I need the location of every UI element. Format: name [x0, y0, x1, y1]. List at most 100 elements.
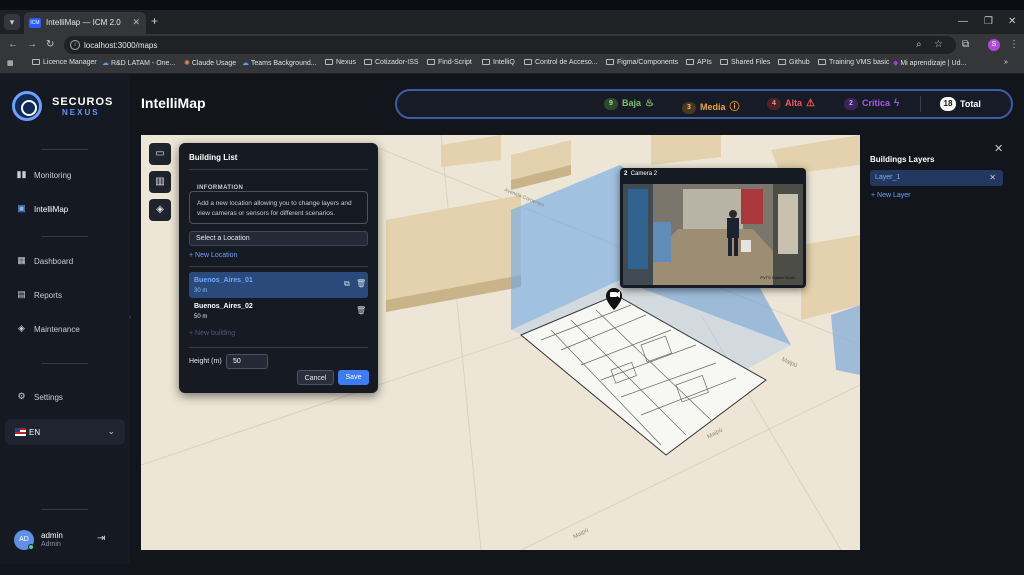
app-root: SECUROS NEXUS ▮▮ Monitoring ▣ IntelliMap…: [0, 74, 1024, 575]
cancel-button[interactable]: Cancel: [297, 370, 334, 385]
alert-count: 2: [844, 98, 858, 110]
exclamation-circle-icon: ⓘ: [729, 102, 740, 113]
bookmark-item[interactable]: ✺ Claude Usage: [184, 59, 236, 67]
flame-icon: ♨: [645, 98, 654, 109]
location-select[interactable]: Select a Location: [189, 231, 368, 246]
layer-item[interactable]: Layer_1 ✕: [870, 170, 1003, 186]
bookmark-item[interactable]: Github: [778, 59, 810, 66]
language-select[interactable]: EN ⌄: [5, 419, 125, 445]
bookmark-item[interactable]: Licence Manager: [32, 59, 97, 66]
site-info-icon[interactable]: i: [70, 40, 80, 50]
bookmark-item[interactable]: Training VMS basic: [818, 59, 889, 66]
folder-icon: [482, 59, 490, 65]
tab-search-button[interactable]: ▾: [4, 14, 20, 30]
logo-text: SECUROS: [52, 96, 114, 108]
page-title: IntelliMap: [141, 95, 206, 111]
new-building-button[interactable]: + New building: [189, 330, 235, 337]
height-input[interactable]: 50: [226, 354, 268, 369]
alert-summary-bar: 9 Baja ♨ 3 Media ⓘ 4 Alta ⚠ 2 Crítica ϟ 18 Total: [395, 89, 1013, 119]
trash-icon[interactable]: 🗑: [356, 279, 366, 288]
camera-scene: [623, 184, 803, 285]
bookmark-item[interactable]: ☁ Teams Background...: [242, 59, 317, 67]
bookmark-item[interactable]: Find-Script: [427, 59, 472, 66]
sidebar: SECUROS NEXUS ▮▮ Monitoring ▣ IntelliMap…: [0, 74, 130, 564]
bookmark-item[interactable]: ☁ R&D LATAM - One...: [102, 59, 175, 67]
panel-title: Building List: [189, 153, 238, 162]
camera-tool-icon[interactable]: ▭: [149, 143, 171, 165]
folder-icon: [720, 59, 728, 65]
tab-close-icon[interactable]: ✕: [132, 17, 140, 28]
browser-menu-icon[interactable]: ⋮: [1009, 39, 1019, 50]
sidebar-item-intellimap[interactable]: ▣ IntelliMap: [8, 197, 124, 221]
trash-icon[interactable]: 🗑: [356, 306, 366, 315]
logout-icon[interactable]: ⇥: [97, 533, 105, 544]
gear-icon: ⚙: [17, 391, 26, 401]
forward-arrow-icon[interactable]: →: [27, 39, 37, 50]
save-button[interactable]: Save: [338, 370, 369, 385]
alert-total[interactable]: 18 Total: [940, 97, 981, 111]
address-bar[interactable]: i localhost:3000/maps: [64, 36, 956, 54]
camera-video-feed[interactable]: PVTS Station Node: [623, 184, 803, 285]
alert-media[interactable]: 3 Media ⓘ: [682, 98, 740, 114]
warning-triangle-icon: ⚠: [806, 98, 815, 109]
sidebar-item-maintenance[interactable]: ◈ Maintenance: [8, 317, 124, 341]
restore-icon[interactable]: ❐: [984, 16, 993, 27]
new-location-button[interactable]: + New Location: [189, 252, 237, 259]
securos-logo-icon: [12, 91, 42, 121]
profile-avatar[interactable]: S: [988, 39, 1000, 51]
folder-icon: [325, 59, 333, 65]
bookmark-item[interactable]: Nexus: [325, 59, 356, 66]
new-tab-button[interactable]: +: [151, 14, 158, 28]
sidebar-divider: [42, 236, 88, 237]
building-name[interactable]: Buenos_Aires_02: [194, 303, 253, 310]
camera-preview-popup[interactable]: 2 Camera 2 PVTS Station Node: [620, 168, 806, 288]
alert-critica[interactable]: 2 Crítica ϟ: [844, 98, 899, 110]
sidebar-item-reports[interactable]: ▤ Reports: [8, 283, 124, 307]
sidebar-item-monitoring[interactable]: ▮▮ Monitoring: [8, 163, 124, 187]
sidebar-item-dashboard[interactable]: ▦ Dashboard: [8, 249, 124, 273]
folder-icon: [778, 59, 786, 65]
browser-tab[interactable]: ICM IntelliMap — ICM 2.0 ✕: [24, 12, 146, 34]
apps-grid-icon[interactable]: ▦: [7, 59, 14, 67]
close-icon[interactable]: ✕: [994, 142, 1003, 155]
back-arrow-icon[interactable]: ←: [8, 39, 18, 50]
bookmark-item[interactable]: Figma/Components: [606, 59, 678, 66]
lightning-icon: ϟ: [894, 98, 900, 109]
alert-count: 4: [767, 98, 781, 110]
alert-label: Alta: [785, 98, 803, 108]
folder-icon: [524, 59, 532, 65]
minimize-icon[interactable]: —: [958, 16, 968, 27]
new-layer-button[interactable]: + New Layer: [871, 192, 911, 199]
layers-icon: ◈: [18, 323, 25, 333]
sidebar-collapse-handle-icon[interactable]: ‹: [129, 314, 131, 321]
alert-count: 3: [682, 102, 696, 114]
information-text: Add a new location allowing you to chang…: [197, 200, 352, 217]
copy-icon[interactable]: ⧉: [344, 279, 350, 289]
camera-header: 2 Camera 2: [624, 171, 657, 177]
layers-tool-icon[interactable]: ◈: [149, 199, 171, 221]
zoom-icon[interactable]: ⌕: [916, 39, 922, 50]
information-legend: INFORMATION: [193, 185, 248, 191]
sidebar-divider: [42, 363, 88, 364]
remove-layer-icon[interactable]: ✕: [989, 173, 996, 182]
bookmark-item[interactable]: Shared Files: [720, 59, 770, 66]
alert-baja[interactable]: 9 Baja ♨: [604, 98, 654, 110]
icm-favicon-icon: ICM: [29, 18, 41, 28]
building-row-selected[interactable]: [189, 272, 368, 298]
extensions-icon[interactable]: ⧉: [962, 39, 969, 50]
sidebar-item-settings[interactable]: ⚙ Settings: [8, 385, 124, 409]
alert-alta[interactable]: 4 Alta ⚠: [767, 98, 815, 110]
reload-icon[interactable]: ↻: [46, 39, 54, 50]
camera-name: Camera 2: [630, 171, 658, 177]
building-tool-icon[interactable]: ▥: [149, 171, 171, 193]
bookmark-star-icon[interactable]: ☆: [934, 39, 943, 50]
cloud-icon: ☁: [102, 60, 111, 67]
map-icon: ▣: [17, 203, 26, 213]
bookmark-item[interactable]: ◆ Mi aprendizaje | Ud...: [893, 59, 966, 67]
window-close-icon[interactable]: ✕: [1008, 16, 1016, 27]
bookmark-item[interactable]: APIs: [686, 59, 712, 66]
bookmark-item[interactable]: Cotizador-ISS: [364, 59, 419, 66]
more-bookmarks-icon[interactable]: »: [1004, 59, 1008, 66]
bookmark-item[interactable]: IntelliQ: [482, 59, 515, 66]
bookmark-item[interactable]: Control de Acceso...: [524, 59, 598, 66]
